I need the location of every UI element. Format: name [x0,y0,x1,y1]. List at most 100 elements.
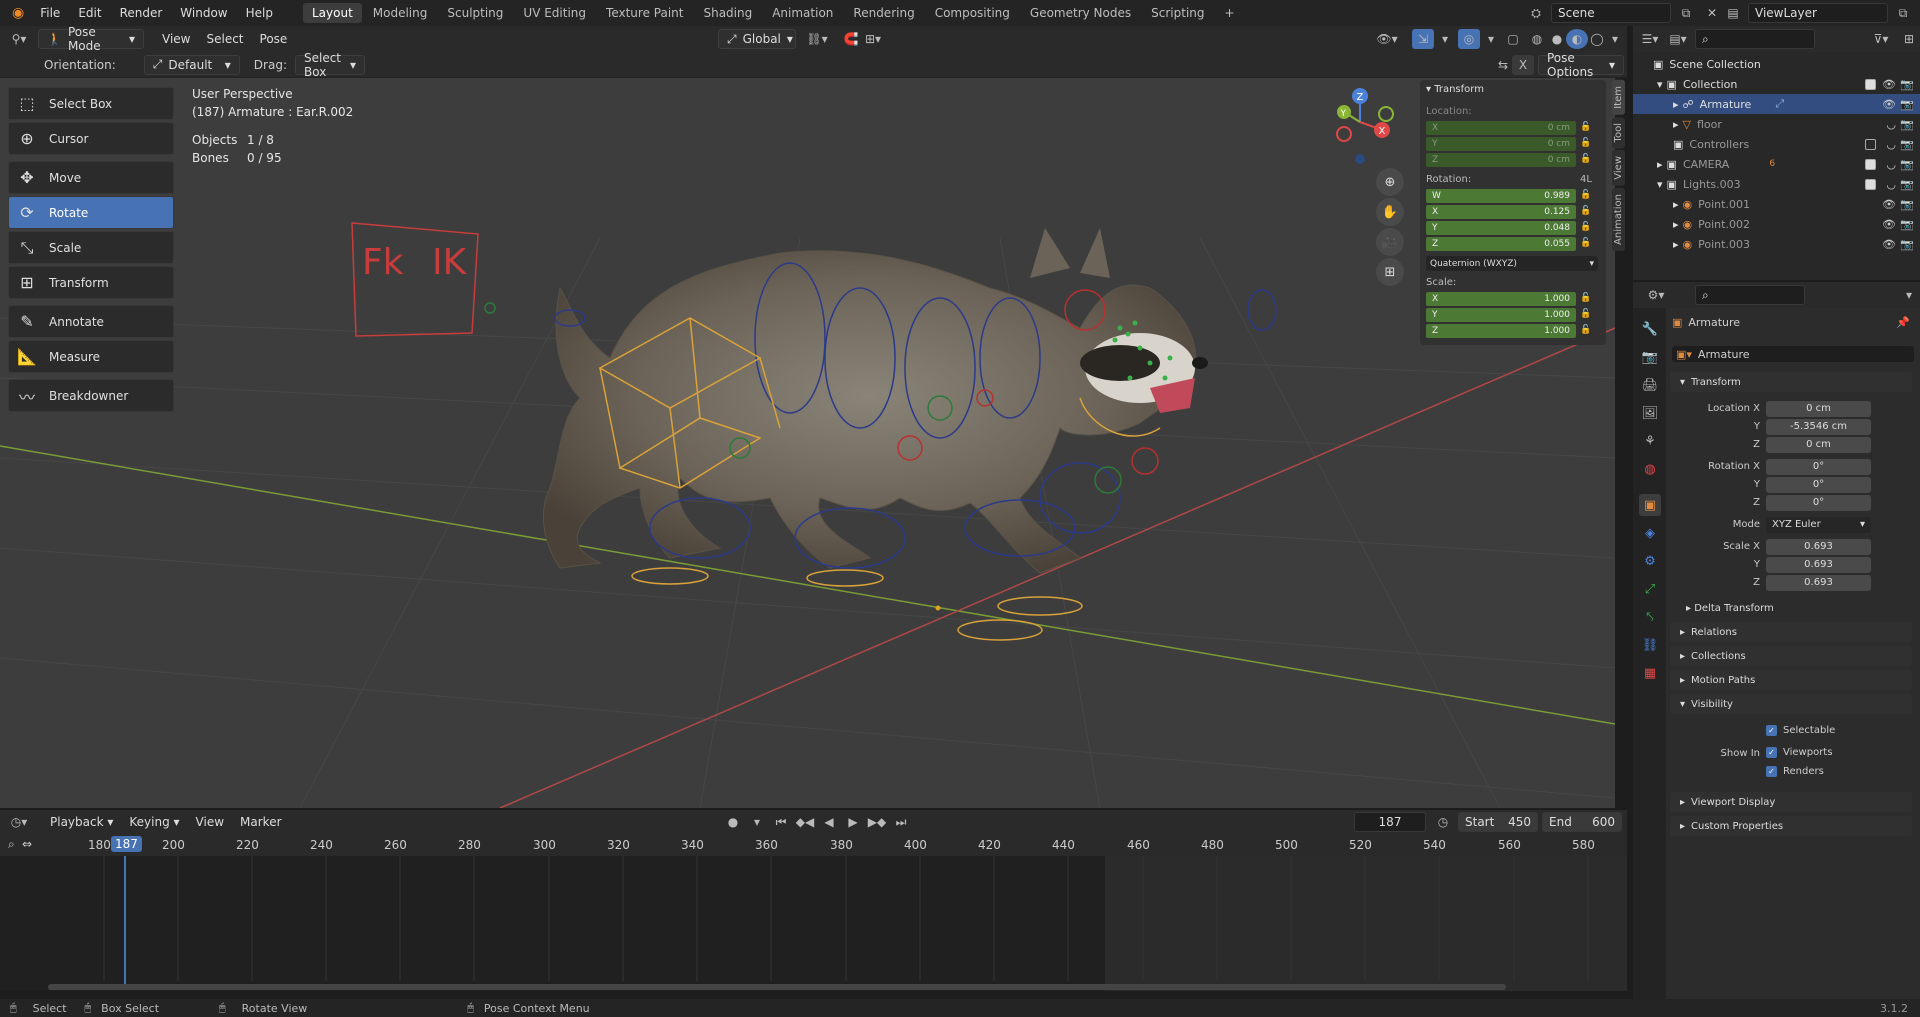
lock-icon[interactable]: 🔓 [1580,325,1592,337]
scene-tab-icon[interactable]: ⚘ [1639,430,1661,452]
mode-dropdown[interactable]: 🚶 Pose Mode ▾ [38,25,144,53]
properties-editor-icon[interactable]: ⚙▾ [1645,285,1667,305]
xray-icon[interactable]: ▢ [1502,29,1524,49]
location-z-field[interactable]: Z 0 cm [1426,153,1576,167]
tab-geometry-nodes[interactable]: Geometry Nodes [1021,3,1140,23]
exclude-checkbox[interactable] [1865,78,1876,90]
eye-closed-icon[interactable]: ◡ [1886,138,1896,151]
start-frame-field[interactable]: Start 450 [1458,812,1538,832]
add-workspace-button[interactable]: + [1216,3,1244,23]
texture-tab-icon[interactable]: ▦ [1639,662,1661,684]
object-name-field[interactable]: ▣▾ Armature [1672,346,1914,362]
tool-select-box[interactable]: ⬚ Select Box [8,87,174,120]
eye-closed-icon[interactable]: ◡ [1886,178,1896,191]
rotation-w-field[interactable]: W 0.989 [1426,189,1576,203]
play-reverse-icon[interactable]: ◀ [818,812,840,832]
tool-annotate[interactable]: ✎ Annotate [8,305,174,338]
tool-breakdowner[interactable]: 〰 Breakdowner [8,379,174,412]
camera-icon[interactable]: 📷 [1900,158,1914,171]
lock-icon[interactable]: 🔓 [1580,122,1592,134]
raccoon-model[interactable] [542,228,1208,574]
menu-view[interactable]: View [154,30,198,48]
object-tab-icon[interactable]: ▣ [1639,494,1661,516]
tab-scripting[interactable]: Scripting [1142,3,1213,23]
eye-closed-icon[interactable]: ◡ [1886,118,1896,131]
menu-timeline-view[interactable]: View [188,813,232,831]
eye-icon[interactable]: 👁 [1882,198,1896,211]
pose-options-dropdown[interactable]: Pose Options ▾ [1538,51,1624,79]
camera-icon[interactable]: 📷 [1900,238,1914,251]
menu-render[interactable]: Render [112,3,171,23]
lock-icon[interactable]: 🔓 [1580,154,1592,166]
custom-properties-panel-header[interactable]: ▸ Custom Properties [1670,816,1912,836]
collections-panel-header[interactable]: ▸ Collections [1670,646,1912,666]
eye-icon[interactable]: 👁 [1882,218,1896,231]
tab-texture-paint[interactable]: Texture Paint [597,3,692,23]
solid-shading-icon[interactable]: ● [1546,29,1568,49]
exclude-checkbox[interactable] [1865,158,1876,170]
editor-type-icon[interactable]: ⚲▾ [8,29,30,49]
eye-icon[interactable]: 👁 [1882,238,1896,251]
properties-search-input[interactable]: ⌕ [1695,285,1805,305]
clock-icon[interactable]: ◷ [1432,812,1454,832]
timeline-ruler[interactable]: ⌕ ⇔ 180 200 220 240 260 280 300 320 340 … [0,834,1627,856]
menu-pose[interactable]: Pose [252,30,296,48]
rotation-x-field[interactable]: X 0.125 [1426,205,1576,219]
tab-modeling[interactable]: Modeling [364,3,437,23]
tab-animation-panel[interactable]: Animation [1612,187,1625,251]
camera-icon[interactable]: 📷 [1900,198,1914,211]
tool-scale[interactable]: ⤡ Scale [8,231,174,264]
lock-icon[interactable]: 🔓 [1580,309,1592,321]
3d-viewport[interactable]: Fk IK [0,78,1615,808]
outliner-row-point-003[interactable]: ▸ ◉ Point.003 👁 📷 [1633,234,1920,254]
lock-icon[interactable]: 🔓 [1580,206,1592,218]
outliner-row-camera[interactable]: ▸ ▣ CAMERA 6 ◡ 📷 [1633,154,1920,174]
eye-icon[interactable]: 👁 [1882,78,1896,91]
menu-window[interactable]: Window [172,3,235,23]
display-mode-icon[interactable]: ▤▾ [1667,29,1689,49]
material-shading-icon[interactable]: ◐ [1566,29,1588,49]
exclude-checkbox[interactable] [1865,138,1876,150]
location-y-field[interactable]: Y 0 cm [1426,137,1576,151]
exclude-checkbox[interactable] [1865,178,1876,190]
tab-rendering[interactable]: Rendering [844,3,923,23]
orientation-dropdown[interactable]: ⤢ Global ▾ [718,29,796,49]
physics-tab-icon[interactable]: ⤢ [1639,578,1661,600]
timeline-area[interactable] [0,856,1627,991]
tool-tab-icon[interactable]: 🔧 [1639,318,1661,340]
next-keyframe-icon[interactable]: ▶◆ [866,812,888,832]
tab-item[interactable]: Item [1612,80,1625,115]
npanel-transform-header[interactable]: ▾ Transform [1426,84,1484,95]
rotation-y-field[interactable]: 0° [1766,477,1871,493]
tab-tool[interactable]: Tool [1612,116,1625,149]
lock-icon[interactable]: 🔓 [1580,190,1592,202]
camera-icon[interactable]: 📷 [1900,138,1914,151]
neg-z-axis-handle[interactable] [1355,154,1365,164]
tool-cursor[interactable]: ⊕ Cursor [8,122,174,155]
scale-z-field[interactable]: Z 1.000 [1426,324,1576,338]
menu-keying[interactable]: Keying ▾ [121,813,187,831]
lock-icon[interactable]: 🔓 [1580,238,1592,250]
record-icon[interactable]: ● [722,812,744,832]
menu-file[interactable]: File [32,3,68,23]
outliner-search-input[interactable]: ⌕ [1695,29,1815,49]
selectable-checkbox[interactable]: ✓ Selectable [1766,725,1835,736]
view-layer-tab-icon[interactable]: 🖼 [1639,402,1661,424]
outliner-row-point-002[interactable]: ▸ ◉ Point.002 👁 📷 [1633,214,1920,234]
navigation-gizmo[interactable]: Z X Y [1322,84,1396,164]
camera-icon[interactable]: 📷 [1900,178,1914,191]
menu-playback[interactable]: Playback ▾ [42,813,121,831]
scale-x-field[interactable]: 0.693 [1766,539,1871,555]
rotation-y-field[interactable]: Y 0.048 [1426,221,1576,235]
filter-icon[interactable]: ⊽▾ [1870,29,1892,49]
scale-y-field[interactable]: 0.693 [1766,557,1871,573]
gizmo-dropdown-icon[interactable]: ▾ [1434,29,1456,49]
tab-compositing[interactable]: Compositing [926,3,1019,23]
camera-icon[interactable]: 📷 [1900,78,1914,91]
rotation-x-field[interactable]: 0° [1766,459,1871,475]
location-y-field[interactable]: -5.3546 cm [1766,419,1871,435]
playhead-frame-badge[interactable]: 187 [111,836,142,852]
transform-panel-header[interactable]: ▾ Transform [1670,372,1912,392]
jump-start-icon[interactable]: ⏮ [770,812,792,832]
arrows-icon[interactable]: ⇔ [22,837,32,851]
